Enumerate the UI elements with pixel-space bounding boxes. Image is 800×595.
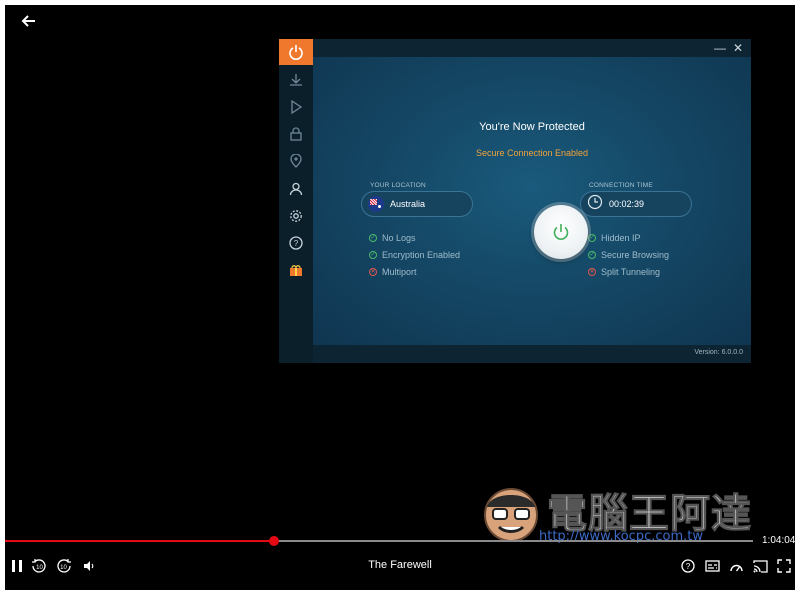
status-subtitle: Secure Connection Enabled [475,148,589,158]
user-icon[interactable] [279,176,313,202]
check-icon: ✓ [588,251,596,259]
status-title: You're Now Protected [479,121,585,133]
subtitles-icon[interactable] [703,556,721,576]
check-icon: ✓ [369,251,377,259]
scrub-handle[interactable] [269,536,280,546]
progress-bar[interactable] [5,536,753,546]
vpn-footer: Version: 6.0.0.0 [313,345,751,363]
feature-hidden-ip: ✓ Hidden IP [588,233,641,243]
connect-power-button[interactable] [534,205,588,259]
lock-icon[interactable] [279,121,313,147]
location-pin-icon[interactable] [279,148,313,174]
help-icon[interactable]: ? [679,556,697,576]
version-text: Version: 6.0.0.0 [694,349,743,356]
feature-no-logs: ✓ No Logs [369,233,416,243]
connection-time-display: 00:02:39 [580,191,692,217]
progress-fill [5,540,275,542]
connection-time-label: CONNECTION TIME [589,182,653,189]
help-icon[interactable]: ? [279,230,313,256]
location-value: Australia [390,199,426,209]
svg-text:?: ? [294,239,299,248]
vpn-window: ? — ✕ You're Now Protected Secure Connec… [279,39,751,363]
power-icon [553,224,569,240]
watermark-logo: 電腦王阿達 http://www.kocpc.com.tw [477,473,757,549]
vpn-titlebar: — ✕ [313,39,751,57]
connection-time-value: 00:02:39 [609,199,645,209]
movie-title: The Farewell [368,559,432,571]
gear-icon[interactable] [279,203,313,229]
clock-icon [587,194,603,215]
vpn-dashboard: You're Now Protected Secure Connection E… [313,57,751,345]
vpn-sidebar: ? [279,39,313,363]
check-icon: ✓ [588,234,596,242]
feature-split-tunneling: ✕ Split Tunneling [588,267,661,277]
play-icon[interactable] [279,94,313,120]
video-player: ? — ✕ You're Now Protected Secure Connec… [5,5,795,590]
download-icon[interactable] [279,67,313,93]
mascot-face-icon [484,488,538,542]
location-selector[interactable]: Australia [361,191,473,217]
check-icon: ✓ [369,234,377,242]
cross-icon: ✕ [588,268,596,276]
location-label: YOUR LOCATION [370,182,426,189]
gift-icon[interactable] [279,257,313,283]
fullscreen-icon[interactable] [775,556,793,576]
feature-secure-browsing: ✓ Secure Browsing [588,250,670,260]
back-arrow-icon[interactable] [19,11,43,35]
power-icon[interactable] [279,39,313,65]
cross-icon: ✕ [369,268,377,276]
svg-text:?: ? [686,562,691,571]
speed-icon[interactable] [727,556,745,576]
cast-icon[interactable] [751,556,769,576]
close-icon[interactable]: ✕ [729,39,747,57]
australia-flag-icon [368,196,384,212]
feature-encryption: ✓ Encryption Enabled [369,250,461,260]
minimize-icon[interactable]: — [711,39,729,57]
feature-multiport: ✕ Multiport [369,267,417,277]
time-remaining: 1:04:04 [762,535,795,546]
